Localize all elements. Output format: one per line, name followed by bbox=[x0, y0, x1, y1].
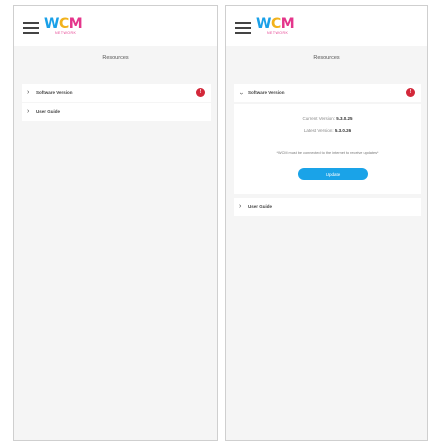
current-version-label: Current Version: bbox=[302, 116, 335, 121]
software-version-row[interactable]: › Software Version ! bbox=[22, 84, 211, 102]
app-screen-expanded: WCM NETWORK Resources › Software Version… bbox=[225, 5, 428, 441]
wcm-logo: WCM NETWORK bbox=[256, 16, 295, 35]
chevron-right-icon: › bbox=[239, 203, 242, 210]
wcm-logo: WCM NETWORK bbox=[44, 16, 83, 35]
app-screen-collapsed: WCM NETWORK Resources › Software Version… bbox=[13, 5, 218, 441]
latest-version-value: 5.3.0.26 bbox=[334, 128, 352, 133]
logo-subtitle: NETWORK bbox=[55, 31, 77, 35]
internet-required-note: *WCM must be connected to the internet t… bbox=[276, 151, 379, 155]
software-version-label: Software Version bbox=[248, 90, 285, 95]
chevron-right-icon: › bbox=[27, 89, 30, 96]
user-guide-label: User Guide bbox=[248, 204, 273, 209]
latest-version-label: Latest Version: bbox=[303, 128, 334, 133]
user-guide-row[interactable]: › User Guide bbox=[22, 103, 211, 121]
user-guide-label: User Guide bbox=[36, 109, 61, 114]
chevron-down-icon: › bbox=[237, 92, 245, 95]
software-version-label: Software Version bbox=[36, 90, 73, 95]
current-version-value: 5.3.0.25 bbox=[336, 116, 353, 121]
user-guide-row[interactable]: › User Guide bbox=[234, 198, 421, 216]
logo-subtitle: NETWORK bbox=[267, 31, 289, 35]
hamburger-menu-icon[interactable] bbox=[23, 22, 39, 34]
software-version-row[interactable]: › Software Version ! bbox=[234, 84, 421, 102]
hamburger-menu-icon[interactable] bbox=[235, 22, 251, 34]
page-title: Resources bbox=[313, 55, 340, 61]
top-bar: WCM NETWORK bbox=[14, 6, 217, 46]
page-title: Resources bbox=[102, 55, 129, 61]
latest-version-line: Latest Version: 5.3.0.26 bbox=[234, 128, 421, 133]
current-version-line: Current Version: 5.3.0.25 bbox=[234, 116, 421, 121]
update-alert-badge: ! bbox=[406, 88, 415, 97]
update-button[interactable]: Update bbox=[298, 168, 368, 180]
chevron-right-icon: › bbox=[27, 108, 30, 115]
top-bar: WCM NETWORK bbox=[226, 6, 427, 46]
update-alert-badge: ! bbox=[196, 88, 205, 97]
software-version-details: Current Version: 5.3.0.25 Latest Version… bbox=[234, 104, 421, 194]
